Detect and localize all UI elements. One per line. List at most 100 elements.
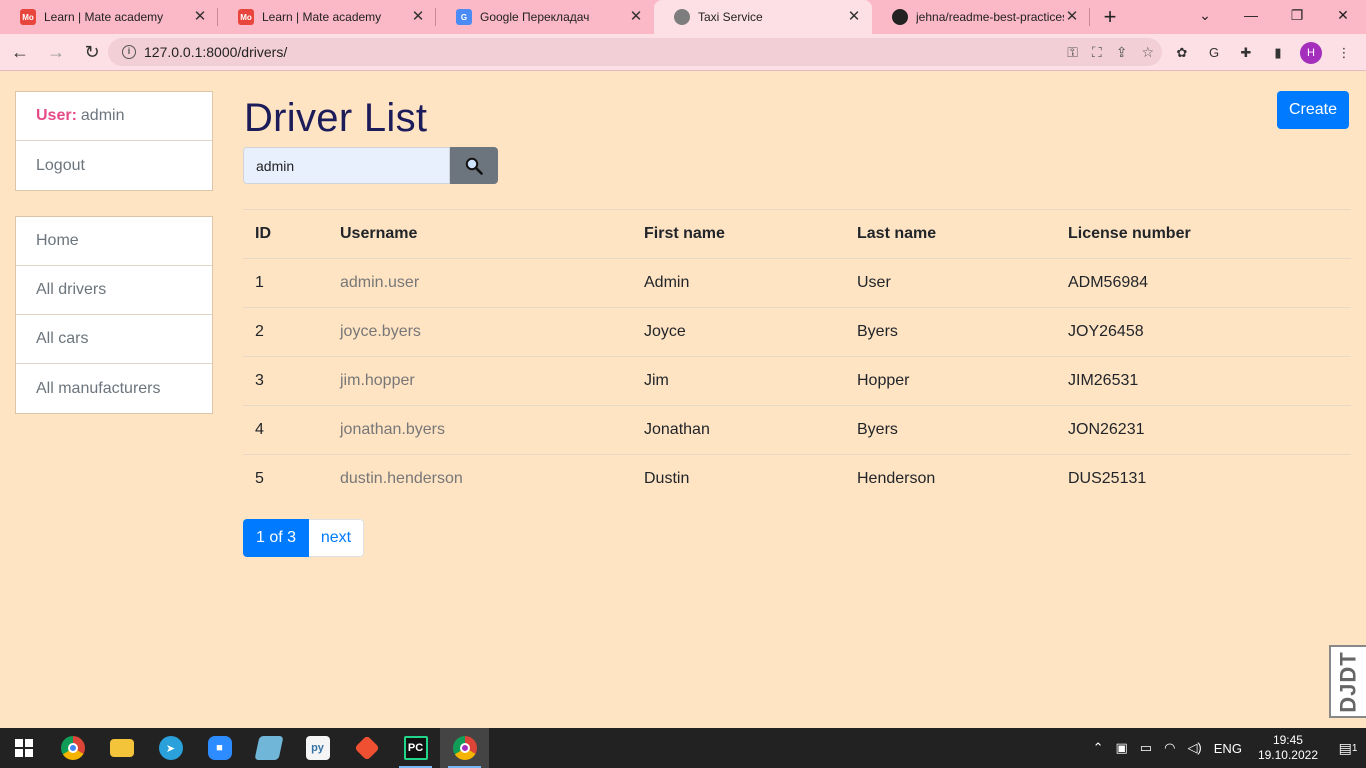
telegram-icon: ➤ (158, 736, 183, 760)
debug-toolbar-handle[interactable]: DJDT (1329, 645, 1366, 718)
translate-icon[interactable]: ⛶ (1092, 44, 1102, 61)
sidebar: User: admin Logout Home All drivers All … (15, 91, 213, 439)
extension-icon[interactable]: ✿ (1172, 43, 1192, 63)
key-icon[interactable]: ⚿ (1067, 44, 1078, 61)
column-header: Username (328, 209, 632, 259)
column-header: First name (632, 209, 845, 259)
taskbar-zoom[interactable]: ■ (195, 728, 244, 768)
taskbar-chrome-profile[interactable] (440, 728, 489, 768)
page-title: Driver List (244, 96, 428, 140)
cell-id: 4 (243, 405, 328, 455)
window-close-icon[interactable]: ✕ (1320, 0, 1366, 30)
github-icon (892, 9, 908, 25)
clock[interactable]: 19:45 19.10.2022 (1258, 733, 1318, 763)
new-tab-button[interactable]: + (1090, 0, 1130, 34)
nav-all-manufacturers[interactable]: All manufacturers (16, 364, 212, 413)
taskbar-telegram[interactable]: ➤ (146, 728, 195, 768)
browser-tab-strip: Mo Learn | Mate academy ✕ Mo Learn | Mat… (0, 0, 1366, 34)
camera-icon[interactable]: ▣ (1116, 740, 1128, 756)
url-text: 127.0.0.1:8000/drivers/ (144, 44, 288, 60)
taskbar-chrome[interactable] (48, 728, 97, 768)
puzzle-icon[interactable]: ✚ (1236, 43, 1256, 63)
username-link[interactable]: joyce.byers (328, 307, 632, 357)
address-bar[interactable]: i 127.0.0.1:8000/drivers/ ⚿ ⛶ ⇪ ☆ (108, 38, 1162, 66)
username-link[interactable]: dustin.henderson (328, 454, 632, 504)
time: 19:45 (1272, 733, 1303, 747)
notifications-button[interactable]: ▤ 1 (1330, 728, 1366, 768)
wifi-icon[interactable]: ◠ (1164, 740, 1175, 756)
cell-last-name: Byers (845, 405, 1056, 455)
nav-all-drivers[interactable]: All drivers (16, 266, 212, 315)
menu-icon[interactable]: ⋮ (1334, 43, 1354, 63)
mate-academy-icon: Mo (20, 9, 36, 25)
search-button[interactable] (450, 147, 498, 184)
browser-tab-3[interactable]: G Google Перекладач ✕ (436, 0, 654, 34)
close-icon[interactable]: ✕ (192, 9, 208, 25)
cell-id: 3 (243, 356, 328, 406)
nav-home[interactable]: Home (16, 217, 212, 266)
back-icon[interactable]: ← (4, 36, 36, 68)
zoom-icon: ■ (207, 736, 232, 760)
search-input[interactable]: admin (243, 147, 450, 184)
volume-icon[interactable]: ◁) (1187, 740, 1201, 756)
nav-panel: Home All drivers All cars All manufactur… (15, 216, 213, 414)
current-page-indicator: 1 of 3 (243, 519, 309, 557)
pycharm-icon: PC (403, 736, 428, 760)
close-icon[interactable]: ✕ (1064, 9, 1080, 25)
close-icon[interactable]: ✕ (410, 9, 426, 25)
cell-license: JON26231 (1056, 405, 1351, 455)
google-translate-icon: G (456, 9, 472, 25)
google-translate-extension-icon[interactable]: G (1204, 43, 1224, 63)
taskbar-explorer[interactable] (97, 728, 146, 768)
column-header: ID (243, 209, 328, 259)
taskbar: ➤ ■ py PC ⌃ ▣ ▭ ◠ ◁) ENG 19:45 19.10.202… (0, 728, 1366, 768)
language-indicator[interactable]: ENG (1214, 741, 1242, 756)
taskbar-git[interactable] (342, 728, 391, 768)
chrome-icon (60, 736, 85, 760)
create-button[interactable]: Create (1277, 91, 1349, 129)
user-label: User: (36, 107, 77, 124)
logout-link[interactable]: Logout (16, 141, 212, 190)
close-icon[interactable]: ✕ (846, 9, 862, 25)
username-link[interactable]: admin.user (328, 258, 632, 308)
reload-icon[interactable]: ↻ (76, 36, 108, 68)
tab-title: Taxi Service (698, 10, 763, 24)
next-page-link[interactable]: next (309, 519, 364, 557)
cell-last-name: User (845, 258, 1056, 308)
battery-icon[interactable]: ▭ (1140, 740, 1152, 756)
username-link[interactable]: jim.hopper (328, 356, 632, 406)
browser-tab-active[interactable]: Taxi Service ✕ (654, 0, 872, 34)
table-row: 3 jim.hopper Jim Hopper JIM26531 (243, 356, 1351, 406)
close-icon[interactable]: ✕ (628, 9, 644, 25)
chevron-up-icon[interactable]: ⌃ (1093, 740, 1104, 756)
tab-title: Learn | Mate academy (44, 10, 164, 24)
side-panel-icon[interactable]: ▮ (1268, 43, 1288, 63)
profile-avatar[interactable]: H (1300, 41, 1322, 64)
cell-license: ADM56984 (1056, 258, 1351, 308)
share-icon[interactable]: ⇪ (1116, 44, 1128, 61)
notification-icon: ▤ (1338, 739, 1352, 756)
tab-search-icon[interactable]: ⌄ (1182, 0, 1228, 30)
cell-id: 1 (243, 258, 328, 308)
taskbar-pycharm[interactable]: PC (391, 728, 440, 768)
notification-count: 1 (1351, 742, 1358, 754)
taskbar-app[interactable] (244, 728, 293, 768)
browser-tab-2[interactable]: Mo Learn | Mate academy ✕ (218, 0, 436, 34)
browser-tab-5[interactable]: jehna/readme-best-practices ✕ (872, 0, 1090, 34)
bookmark-star-icon[interactable]: ☆ (1141, 44, 1154, 61)
folder-icon (109, 739, 134, 757)
browser-tab-1[interactable]: Mo Learn | Mate academy ✕ (0, 0, 218, 34)
minimize-icon[interactable]: — (1228, 0, 1274, 30)
taskbar-python[interactable]: py (293, 728, 342, 768)
column-header: License number (1056, 209, 1351, 259)
restore-icon[interactable]: ❐ (1274, 0, 1320, 30)
table-header-row: ID Username First name Last name License… (243, 209, 1351, 259)
start-button[interactable] (0, 728, 48, 768)
username-link[interactable]: jonathan.byers (328, 405, 632, 455)
site-info-icon[interactable]: i (122, 45, 136, 59)
cell-license: DUS25131 (1056, 454, 1351, 504)
forward-icon[interactable]: → (40, 36, 72, 68)
cell-first-name: Jim (632, 356, 845, 406)
nav-all-cars[interactable]: All cars (16, 315, 212, 364)
debug-toolbar-label: DJDT (1335, 650, 1361, 713)
